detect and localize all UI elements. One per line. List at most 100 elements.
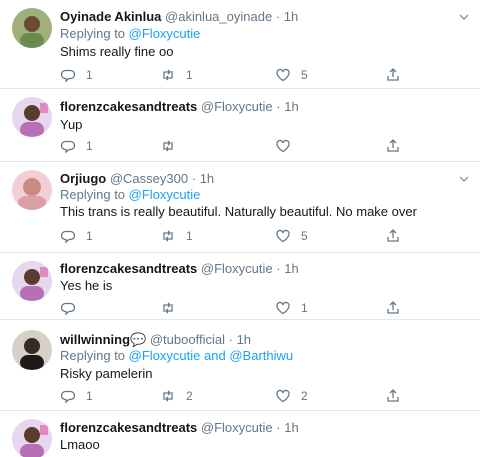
tweet-5[interactable]: willwinning💬 @tuboofficial · 1h Replying… (0, 320, 480, 410)
user-handle[interactable]: @Floxycutie (201, 99, 273, 114)
reply-button[interactable]: 1 (60, 137, 93, 155)
replying-to-label: Replying to (60, 187, 126, 202)
avatar[interactable] (12, 330, 52, 370)
mention-link[interactable]: @Floxycutie (129, 348, 201, 363)
reply-count: 1 (86, 229, 93, 243)
like-button[interactable]: 5 (275, 66, 308, 84)
avatar[interactable] (12, 261, 52, 301)
timestamp[interactable]: 1h (200, 171, 214, 186)
share-button[interactable] (385, 387, 401, 405)
timestamp[interactable]: 1h (284, 9, 298, 24)
like-button[interactable]: 1 (275, 299, 308, 317)
display-name[interactable]: Orjiugo (60, 171, 106, 186)
like-icon (275, 67, 291, 83)
retweet-button[interactable] (160, 299, 176, 317)
share-button[interactable] (385, 227, 401, 245)
share-icon (385, 388, 401, 404)
retweet-icon (160, 228, 176, 244)
share-icon (385, 67, 401, 83)
like-button[interactable]: 2 (275, 387, 308, 405)
caret-down-icon[interactable] (458, 173, 470, 185)
mention-link[interactable]: @Barthiwu (229, 348, 293, 363)
like-icon (275, 138, 291, 154)
user-handle[interactable]: @akinlua_oyinade (165, 9, 272, 24)
reply-icon (60, 138, 76, 154)
user-handle[interactable]: @tuboofficial (150, 332, 225, 347)
like-count: 2 (301, 389, 308, 403)
display-name[interactable]: florenzcakesandtreats (60, 420, 197, 435)
retweet-icon (160, 138, 176, 154)
timestamp[interactable]: 1h (284, 99, 298, 114)
tweet-actions: 1 1 5 (60, 227, 420, 245)
timestamp[interactable]: 1h (284, 420, 298, 435)
mention-link[interactable]: @Floxycutie (129, 187, 201, 202)
tweet-text: Yup (60, 117, 83, 132)
reply-button[interactable] (60, 299, 76, 317)
avatar[interactable] (12, 170, 52, 210)
retweet-button[interactable]: 1 (160, 66, 193, 84)
tweet-actions: 1 (60, 137, 420, 155)
share-button[interactable] (385, 66, 401, 84)
share-button[interactable] (385, 299, 401, 317)
display-name[interactable]: Oyinade Akinlua (60, 9, 161, 24)
replying-to-line: Replying to @Floxycutie (60, 26, 200, 42)
reply-count: 1 (86, 389, 93, 403)
like-icon (275, 300, 291, 316)
replying-to-label: Replying to (60, 348, 126, 363)
tweet-actions: 1 2 2 (60, 387, 420, 405)
user-handle[interactable]: @Cassey300 (110, 171, 188, 186)
reply-button[interactable]: 1 (60, 227, 93, 245)
tweet-2[interactable]: florenzcakesandtreats @Floxycutie · 1h Y… (0, 89, 480, 161)
share-button[interactable] (385, 137, 401, 155)
display-name[interactable]: florenzcakesandtreats (60, 261, 197, 276)
replying-to-label: Replying to (60, 26, 126, 41)
tweet-3[interactable]: Orjiugo @Cassey300 · 1h Replying to @Flo… (0, 162, 480, 252)
avatar[interactable] (12, 8, 52, 48)
reply-count: 1 (86, 139, 93, 153)
reply-icon (60, 388, 76, 404)
user-handle[interactable]: @Floxycutie (201, 420, 273, 435)
separator-dot: · (191, 171, 197, 186)
reply-count: 1 (86, 68, 93, 82)
tweet-text: This trans is really beautiful. Naturall… (60, 204, 417, 219)
retweet-button[interactable] (160, 137, 176, 155)
reply-button[interactable]: 1 (60, 66, 93, 84)
tweet-text: Lmaoo (60, 437, 100, 452)
reply-icon (60, 228, 76, 244)
separator-dot: · (228, 332, 233, 347)
share-icon (385, 228, 401, 244)
avatar[interactable] (12, 97, 52, 137)
replying-to-line: Replying to @Floxycutie (60, 187, 200, 203)
share-icon (385, 138, 401, 154)
retweet-button[interactable]: 2 (160, 387, 193, 405)
timestamp[interactable]: 1h (237, 332, 251, 347)
tweet-1[interactable]: Oyinade Akinlua @akinlua_oyinade · 1h Re… (0, 0, 480, 88)
retweet-icon (160, 300, 176, 316)
like-icon (275, 228, 291, 244)
display-name[interactable]: willwinning (60, 332, 130, 347)
timestamp[interactable]: 1h (284, 261, 298, 276)
tweet-text: Yes he is (60, 278, 113, 293)
reply-icon (60, 300, 76, 316)
like-button[interactable]: 5 (275, 227, 308, 245)
caret-down-icon[interactable] (458, 11, 470, 23)
like-icon (275, 388, 291, 404)
retweet-count: 1 (186, 68, 193, 82)
reply-icon (60, 67, 76, 83)
separator-dot: · (276, 420, 281, 435)
mention-joiner: and (204, 348, 226, 363)
tweet-6[interactable]: florenzcakesandtreats @Floxycutie · 1h L… (0, 411, 480, 457)
mention-link[interactable]: @Floxycutie (129, 26, 201, 41)
display-name[interactable]: florenzcakesandtreats (60, 99, 197, 114)
separator-dot: · (276, 261, 281, 276)
user-handle[interactable]: @Floxycutie (201, 261, 273, 276)
separator-dot: · (276, 99, 281, 114)
like-count: 5 (301, 229, 308, 243)
like-button[interactable] (275, 137, 291, 155)
avatar[interactable] (12, 419, 52, 457)
share-icon (385, 300, 401, 316)
tweet-4[interactable]: florenzcakesandtreats @Floxycutie · 1h Y… (0, 253, 480, 319)
reply-button[interactable]: 1 (60, 387, 93, 405)
speech-bubble-icon: 💬 (130, 332, 147, 347)
retweet-button[interactable]: 1 (160, 227, 193, 245)
